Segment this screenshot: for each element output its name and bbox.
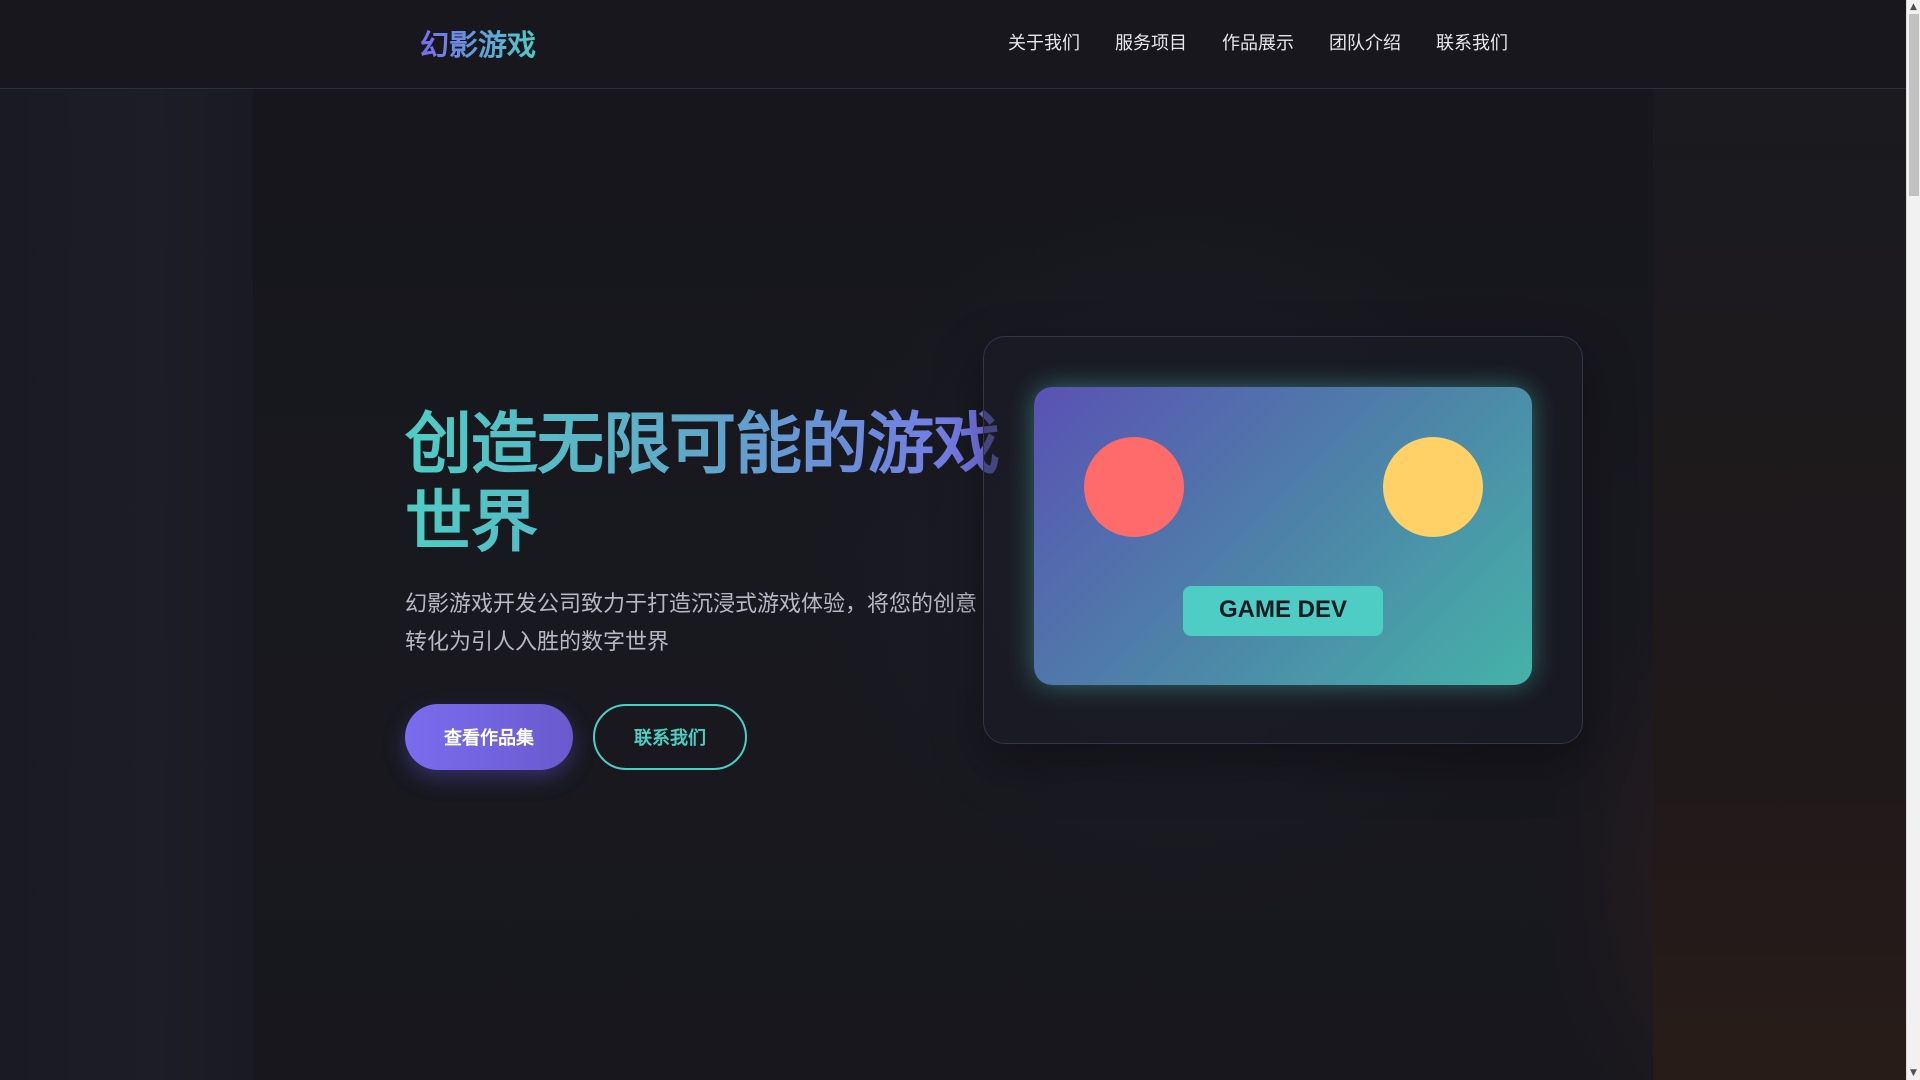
scroll-down-arrow-icon[interactable]: ▼ [1910,1068,1917,1078]
nav-item-team[interactable]: 团队介绍 [1329,31,1401,57]
hero-title: 创造无限可能的游戏世界 [405,405,1045,561]
nav-item-portfolio[interactable]: 作品展示 [1222,31,1294,57]
yellow-circle [1383,437,1483,537]
game-screen-illustration: GAME DEV [1034,387,1532,685]
scroll-up-arrow-icon[interactable]: ▲ [1910,2,1917,12]
nav-item-contact[interactable]: 联系我们 [1436,31,1508,57]
red-circle [1084,437,1184,537]
site-logo[interactable]: 幻影游戏 [420,22,536,64]
vertical-scrollbar[interactable]: ▲ ▼ [1906,0,1920,1080]
contact-us-button[interactable]: 联系我们 [593,704,747,770]
game-dev-card: GAME DEV [983,336,1583,744]
nav-item-services[interactable]: 服务项目 [1115,31,1187,57]
right-background-panel [1653,89,1906,1080]
main-nav: 关于我们 服务项目 作品展示 团队介绍 联系我们 [1008,31,1508,57]
left-background-panel [0,89,253,1080]
hero-description: 幻影游戏开发公司致力于打造沉浸式游戏体验，将您的创意转化为引人入胜的数字世界 [405,592,978,655]
nav-item-about[interactable]: 关于我们 [1008,31,1080,57]
site-header: 幻影游戏 关于我们 服务项目 作品展示 团队介绍 联系我们 [0,0,1906,89]
scrollbar-thumb[interactable] [1909,14,1919,196]
game-dev-label: GAME DEV [1183,586,1383,636]
view-portfolio-button[interactable]: 查看作品集 [405,704,573,770]
